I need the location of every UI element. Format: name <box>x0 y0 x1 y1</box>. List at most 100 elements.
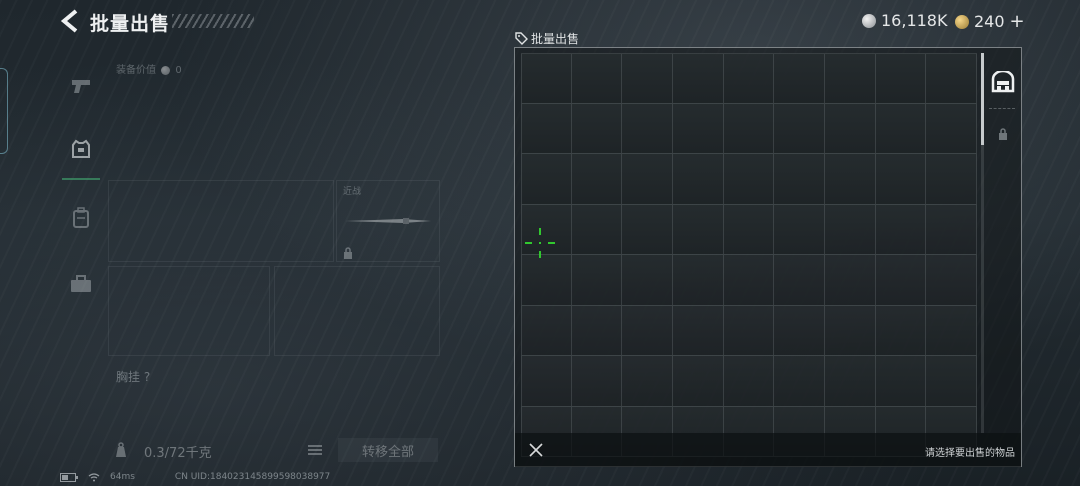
grid-cell[interactable] <box>622 204 673 255</box>
grid-cell[interactable] <box>673 103 724 154</box>
grid-cell[interactable] <box>723 356 775 407</box>
grid-cell[interactable] <box>926 204 977 255</box>
weight-icon <box>116 442 126 457</box>
grid-cell[interactable] <box>571 305 623 356</box>
scroll-thumb[interactable] <box>981 53 984 145</box>
grid-cell[interactable] <box>521 255 572 306</box>
grid-cell[interactable] <box>521 103 572 154</box>
sell-panel-header: 批量出售 <box>515 30 579 47</box>
sell-tag-icon <box>515 32 528 45</box>
grid-cell[interactable] <box>875 356 927 407</box>
grid-cell[interactable] <box>622 255 673 306</box>
sell-bottom-bar: 请选择要出售的物品 <box>515 433 1021 467</box>
grid-cell[interactable] <box>774 103 825 154</box>
ping-value: 64ms <box>110 472 135 482</box>
armor-vest-icon <box>72 139 90 158</box>
close-button[interactable] <box>527 441 545 459</box>
grid-cell[interactable] <box>622 53 673 104</box>
grid-cell[interactable] <box>673 53 724 104</box>
grid-cell[interactable] <box>723 154 775 205</box>
grid-cell[interactable] <box>521 154 572 205</box>
equip-slot[interactable] <box>274 266 440 356</box>
grid-cell[interactable] <box>825 255 876 306</box>
battery-icon <box>60 472 78 482</box>
pistol-icon <box>72 80 90 93</box>
grid-cell[interactable] <box>926 154 977 205</box>
sell-panel: 请选择要出售的物品 <box>514 47 1022 467</box>
grid-cell[interactable] <box>926 356 977 407</box>
grid-cell[interactable] <box>673 154 724 205</box>
tab-case[interactable] <box>62 254 100 314</box>
grid-cell[interactable] <box>825 356 876 407</box>
grid-cell[interactable] <box>723 204 775 255</box>
locked-tool <box>989 124 1017 144</box>
grid-cell[interactable] <box>673 356 724 407</box>
grid-cell[interactable] <box>622 356 673 407</box>
grid-cell[interactable] <box>774 53 825 104</box>
grid-cell[interactable] <box>825 103 876 154</box>
grid-cell[interactable] <box>774 305 825 356</box>
grid-cell[interactable] <box>521 305 572 356</box>
backpack-icon <box>73 207 89 228</box>
grid-cell[interactable] <box>571 154 623 205</box>
grid-cell[interactable] <box>673 204 724 255</box>
storage-button[interactable] <box>989 68 1017 96</box>
grid-cell[interactable] <box>825 154 876 205</box>
grid-cell[interactable] <box>875 53 927 104</box>
page-title: 批量出售 <box>90 13 171 35</box>
add-gold-button[interactable]: + <box>1010 11 1025 32</box>
grid-cell[interactable] <box>571 53 623 104</box>
equipment-panel: 装备价值 0 近战 <box>108 52 440 386</box>
grid-cell[interactable] <box>673 255 724 306</box>
gold-currency[interactable]: 240 + <box>955 11 1025 32</box>
grid-cell[interactable] <box>723 305 775 356</box>
grid-cell[interactable] <box>774 255 825 306</box>
grid-cell[interactable] <box>622 103 673 154</box>
grid-cell[interactable] <box>571 103 623 154</box>
tab-weapon[interactable] <box>62 56 100 116</box>
grid-cell[interactable] <box>622 305 673 356</box>
grid-cell[interactable] <box>571 255 623 306</box>
grid-cell[interactable] <box>774 204 825 255</box>
transfer-all-button[interactable]: 转移全部 <box>338 438 438 462</box>
melee-slot-label: 近战 <box>343 187 362 197</box>
silver-currency: 16,118K <box>862 11 947 30</box>
back-button[interactable] <box>58 8 84 34</box>
grid-cell[interactable] <box>571 204 623 255</box>
grid-cell[interactable] <box>571 356 623 407</box>
grid-cell[interactable] <box>723 53 775 104</box>
grid-cell[interactable] <box>774 154 825 205</box>
equip-slot[interactable] <box>108 266 270 356</box>
tab-armor[interactable] <box>62 120 100 180</box>
grid-cell[interactable] <box>875 255 927 306</box>
equip-slot[interactable] <box>108 180 334 262</box>
grid-cell[interactable] <box>521 53 572 104</box>
close-icon <box>529 443 543 457</box>
grid-cell[interactable] <box>875 204 927 255</box>
grid-cell[interactable] <box>926 53 977 104</box>
grid-cell[interactable] <box>622 154 673 205</box>
grid-cell[interactable] <box>723 255 775 306</box>
grid-cell[interactable] <box>875 305 927 356</box>
tab-backpack[interactable] <box>62 188 100 248</box>
uid-text: CN UID:1840231458995980389​77 <box>174 472 331 482</box>
grid-cell[interactable] <box>825 305 876 356</box>
grid-scrollbar[interactable] <box>981 53 984 433</box>
left-edge-tab[interactable] <box>0 68 8 154</box>
grid-cell[interactable] <box>723 103 775 154</box>
briefcase-icon <box>71 275 91 292</box>
grid-cell[interactable] <box>875 103 927 154</box>
grid-cell[interactable] <box>774 356 825 407</box>
grid-cell[interactable] <box>926 255 977 306</box>
grid-cell[interactable] <box>825 204 876 255</box>
knife-icon <box>345 218 431 224</box>
grid-cell[interactable] <box>926 103 977 154</box>
grid-cell[interactable] <box>673 305 724 356</box>
list-icon[interactable] <box>308 444 322 456</box>
crosshair-icon <box>525 228 555 258</box>
grid-cell[interactable] <box>926 305 977 356</box>
grid-cell[interactable] <box>875 154 927 205</box>
grid-cell[interactable] <box>521 356 572 407</box>
grid-cell[interactable] <box>825 53 876 104</box>
melee-slot[interactable]: 近战 <box>336 180 440 262</box>
